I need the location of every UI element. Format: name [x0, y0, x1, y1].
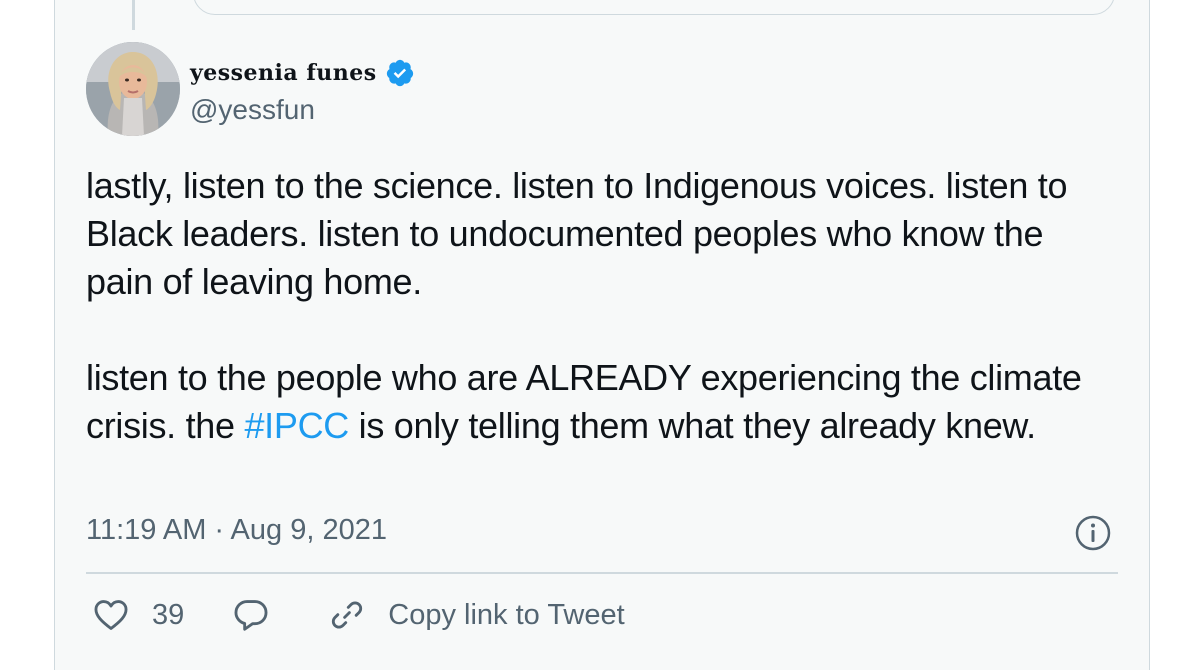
- divider: [86, 572, 1118, 574]
- link-icon: [332, 601, 363, 629]
- like-button[interactable]: 39: [92, 596, 184, 634]
- previous-tweet-box[interactable]: [193, 0, 1115, 15]
- tweet-text: lastly, listen to the science. listen to…: [86, 162, 1086, 450]
- tweet-text-paragraph-2: listen to the people who are ALREADY exp…: [86, 354, 1086, 450]
- heart-icon: [94, 600, 128, 630]
- author-name[interactable]: yessenia funes: [190, 60, 377, 86]
- verified-badge-icon: [385, 58, 415, 88]
- hashtag-link[interactable]: #IPCC: [244, 405, 349, 446]
- copy-link-button[interactable]: Copy link to Tweet: [328, 596, 625, 634]
- avatar-image: [86, 42, 180, 136]
- tweet-text-paragraph-1: lastly, listen to the science. listen to…: [86, 165, 1068, 302]
- reply-button[interactable]: [232, 596, 270, 634]
- reply-icon: [234, 600, 268, 631]
- thread-connector-line: [132, 0, 135, 30]
- copy-link-label: Copy link to Tweet: [388, 598, 625, 631]
- author-handle[interactable]: @yessfun: [190, 94, 315, 126]
- like-count: 39: [152, 598, 185, 631]
- tweet-actions: 39 Copy link to Tweet: [86, 592, 625, 638]
- tweet-timestamp[interactable]: 11:19 AM · Aug 9, 2021: [86, 514, 387, 547]
- avatar[interactable]: [86, 42, 180, 136]
- info-icon[interactable]: [1074, 514, 1112, 552]
- author-name-row[interactable]: yessenia funes: [190, 58, 415, 88]
- tweet-text-segment: is only telling them what they already k…: [348, 405, 1036, 446]
